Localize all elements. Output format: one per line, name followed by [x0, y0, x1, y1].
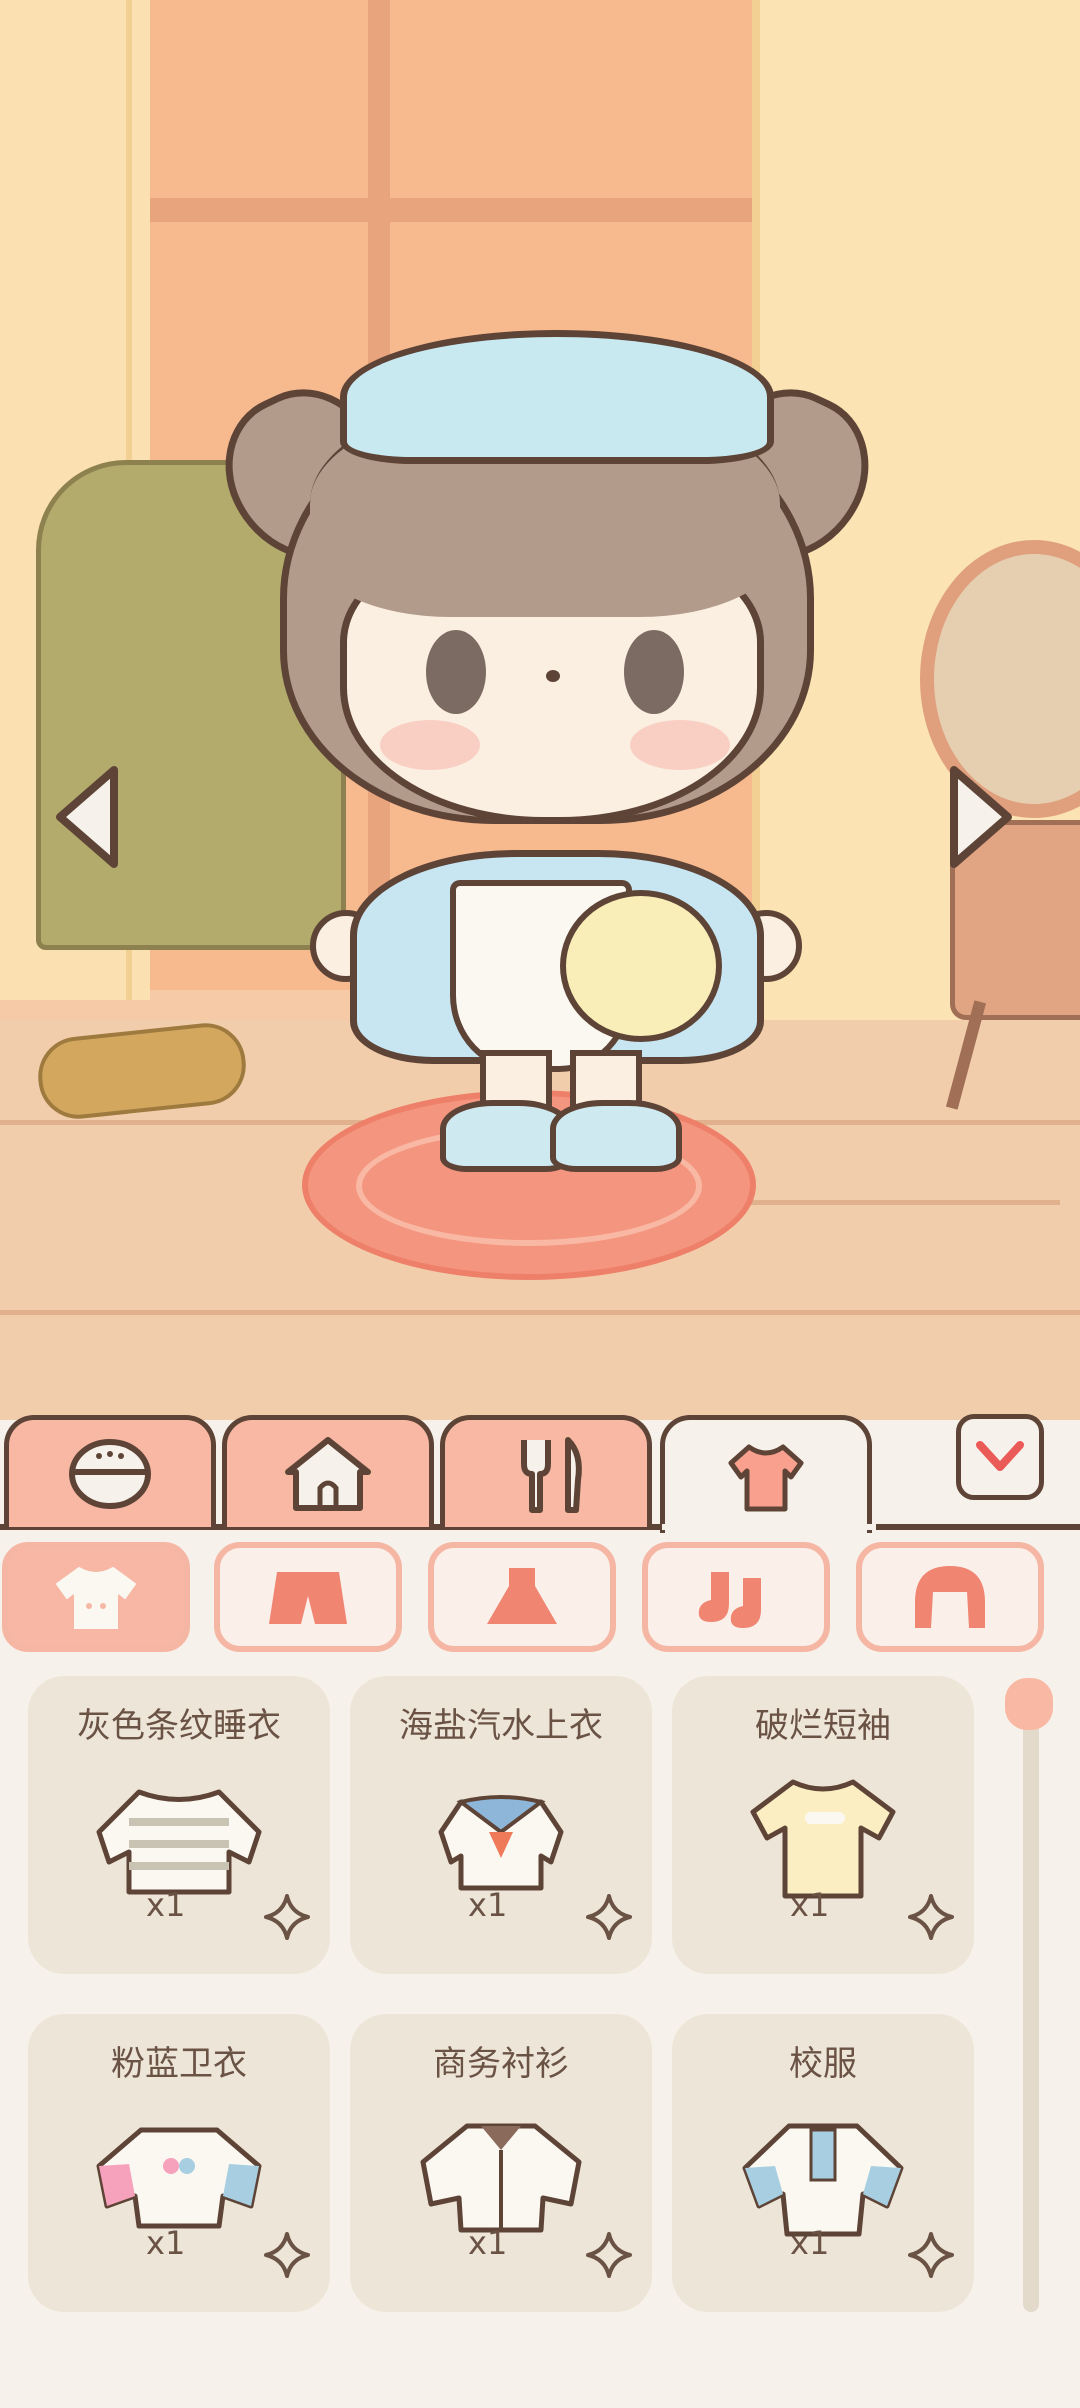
collapse-panel-button[interactable] — [956, 1414, 1044, 1500]
items-scrollbar-thumb[interactable] — [1005, 1678, 1053, 1730]
dress-icon — [487, 1568, 557, 1624]
item-count: x1 — [468, 1886, 508, 1924]
category-tops[interactable] — [2, 1542, 190, 1652]
item-count: x1 — [146, 2224, 186, 2262]
category-hair[interactable] — [856, 1542, 1044, 1652]
room-scene — [0, 0, 1080, 1420]
items-scrollbar[interactable] — [1023, 1682, 1039, 2312]
item-count: x1 — [790, 2224, 830, 2262]
window-frame-horizontal — [150, 198, 760, 222]
item-name: 校服 — [789, 2044, 857, 2084]
item-card[interactable]: 商务衬衫 x1 — [350, 2014, 652, 2312]
category-socks[interactable] — [642, 1542, 830, 1652]
burger-icon — [69, 1438, 151, 1509]
triangle-right-icon — [950, 766, 1012, 868]
blush-left — [380, 720, 480, 770]
sparkle-icon[interactable] — [262, 1892, 312, 1942]
shoe-right — [550, 1100, 682, 1172]
socks-icon — [698, 1572, 761, 1628]
character[interactable] — [200, 330, 894, 1190]
category-bottoms[interactable] — [214, 1542, 402, 1652]
top-icon — [55, 1566, 137, 1629]
item-name: 灰色条纹睡衣 — [77, 1706, 281, 1746]
shirt-icon — [420, 2123, 582, 2233]
item-name: 破烂短袖 — [755, 1706, 891, 1746]
eye-left — [426, 630, 486, 714]
item-count: x1 — [468, 2224, 508, 2262]
sparkle-icon[interactable] — [906, 2230, 956, 2280]
hair-icon — [915, 1566, 985, 1628]
striped-sweater-icon — [96, 1789, 262, 1895]
item-name: 商务衬衫 — [433, 2044, 569, 2084]
item-card[interactable]: 粉蓝卫衣 x1 — [28, 2014, 330, 2312]
sparkle-icon[interactable] — [584, 1892, 634, 1942]
tab-wardrobe[interactable] — [660, 1415, 872, 1533]
blush-right — [630, 720, 730, 770]
sparkle-icon[interactable] — [906, 1892, 956, 1942]
item-name: 海盐汽水上衣 — [399, 1706, 603, 1746]
item-card[interactable]: 海盐汽水上衣 x1 — [350, 1676, 652, 1974]
item-card[interactable]: 灰色条纹睡衣 x1 — [28, 1676, 330, 1974]
item-name: 粉蓝卫衣 — [111, 2044, 247, 2084]
crossbody-bag — [560, 890, 722, 1042]
tab-home[interactable] — [222, 1415, 434, 1527]
uniform-icon — [742, 2123, 904, 2237]
beret — [340, 330, 774, 464]
chevron-down-icon — [976, 1441, 1024, 1471]
next-character-button[interactable] — [946, 762, 1016, 872]
item-card[interactable]: 破烂短袖 x1 — [672, 1676, 974, 1974]
main-tab-bar — [0, 1415, 1080, 1533]
shirt-icon — [728, 1444, 804, 1511]
tab-food-burger[interactable] — [4, 1415, 216, 1527]
tab-dining[interactable] — [440, 1415, 652, 1527]
tshirt-icon — [750, 1779, 896, 1899]
triangle-left-icon — [56, 766, 118, 868]
sailor-top-icon — [438, 1795, 564, 1891]
item-card[interactable]: 校服 x1 — [672, 2014, 974, 2312]
active-tab-gap — [662, 1524, 876, 1530]
house-icon — [285, 1436, 371, 1511]
fork-knife-icon — [521, 1436, 582, 1513]
shorts-icon — [269, 1572, 347, 1624]
nose — [546, 670, 560, 682]
category-dresses[interactable] — [428, 1542, 616, 1652]
sparkle-icon[interactable] — [262, 2230, 312, 2280]
hoodie-icon — [96, 2127, 262, 2229]
sparkle-icon[interactable] — [584, 2230, 634, 2280]
item-count: x1 — [790, 1886, 830, 1924]
item-count: x1 — [146, 1886, 186, 1924]
prev-character-button[interactable] — [52, 762, 122, 872]
eye-right — [624, 630, 684, 714]
